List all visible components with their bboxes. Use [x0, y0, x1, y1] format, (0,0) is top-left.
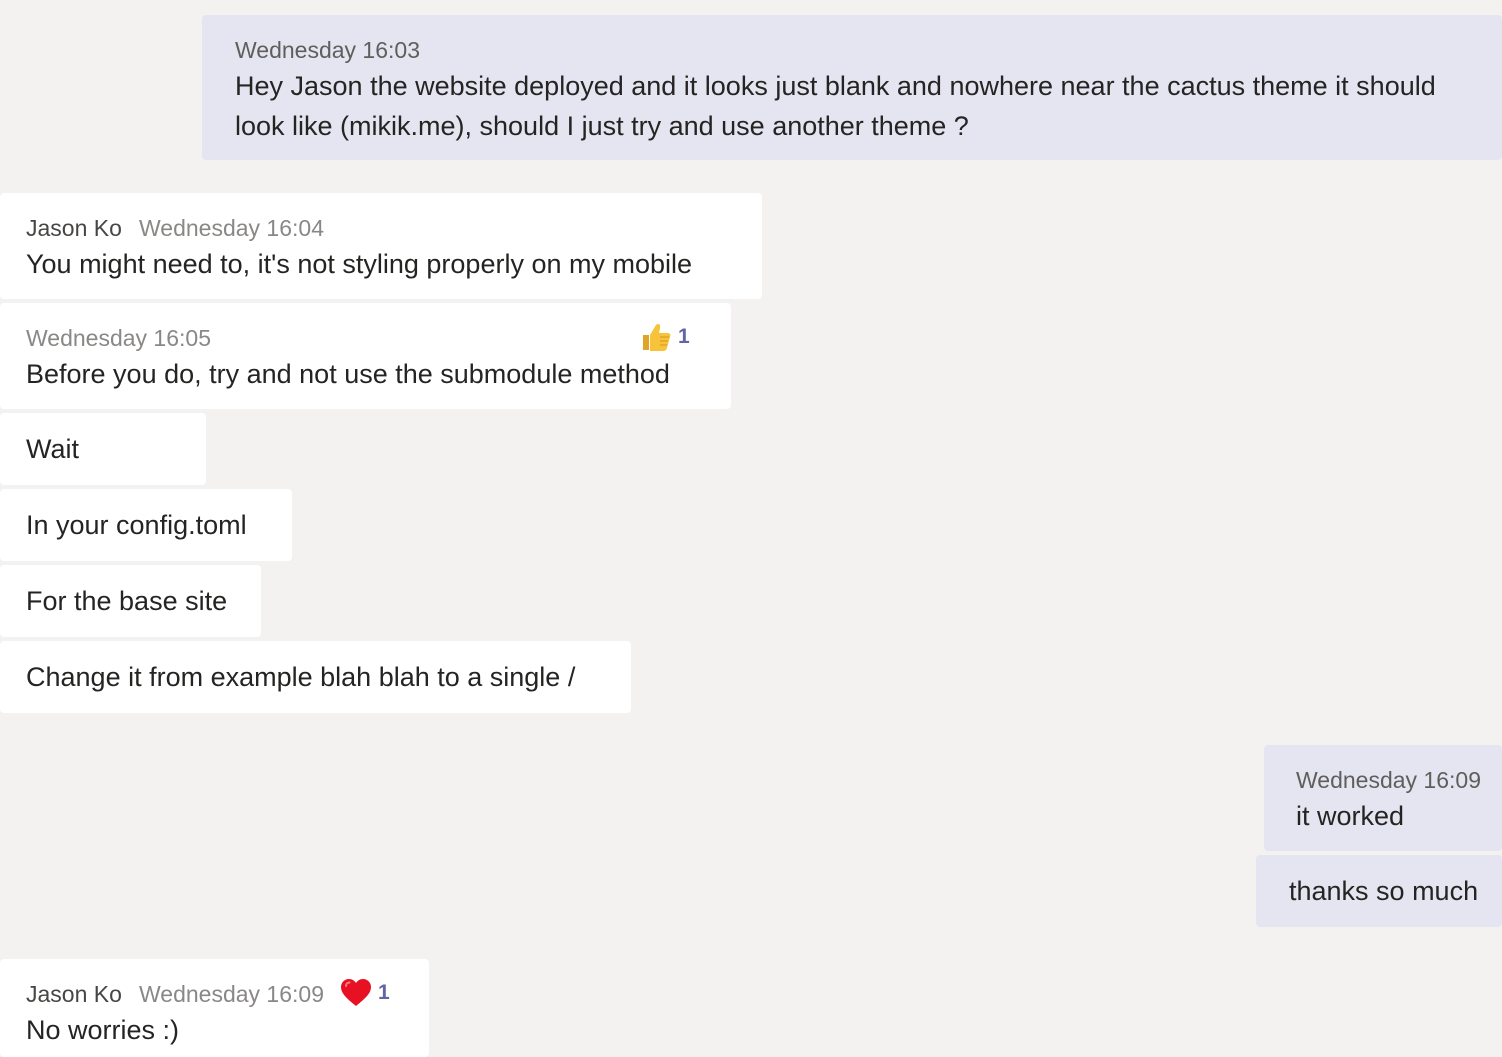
message-text-line: Hey Jason the website deployed and it lo… [235, 71, 1436, 101]
message-text: No worries :) [26, 1015, 180, 1045]
message-bubble-incoming[interactable]: Change it from example blah blah to a si… [0, 641, 631, 713]
reaction-thumbs-up[interactable]: 1 [640, 320, 690, 354]
message-text-line: look like (mikik.me), should I just try … [235, 111, 969, 141]
reaction-count: 1 [378, 981, 390, 1004]
message-bubble-incoming[interactable]: Wednesday 16:05 1 Before you do, try and… [0, 303, 731, 409]
thumbs-up-icon [640, 321, 672, 353]
message-text: You might need to, it's not styling prop… [26, 249, 693, 279]
message-bubble-incoming[interactable]: In your config.toml [0, 489, 292, 561]
message-timestamp: Wednesday 16:09 [1296, 767, 1481, 793]
reaction-heart[interactable]: 1 [340, 976, 390, 1010]
message-timestamp: Wednesday 16:05 [26, 325, 211, 351]
reaction-count: 1 [678, 325, 690, 348]
message-bubble-outgoing[interactable]: thanks so much [1256, 855, 1502, 927]
message-bubble-outgoing[interactable]: Wednesday 16:09 it worked [1264, 745, 1502, 851]
message-author: Jason Ko [26, 981, 122, 1007]
message-text: For the base site [26, 586, 228, 616]
message-bubble-incoming[interactable]: Wait [0, 413, 206, 485]
message-timestamp: Wednesday 16:03 [235, 37, 420, 63]
message-text: Change it from example blah blah to a si… [26, 662, 576, 692]
message-text: Wait [26, 434, 79, 464]
message-timestamp: Wednesday 16:04 [139, 215, 324, 241]
message-bubble-incoming[interactable]: Jason Ko Wednesday 16:09 1 No worries :) [0, 959, 429, 1057]
message-text: In your config.toml [26, 510, 247, 540]
message-bubble-incoming[interactable]: For the base site [0, 565, 261, 637]
message-text: thanks so much [1289, 876, 1479, 906]
message-text: it worked [1296, 801, 1405, 831]
message-bubble-incoming[interactable]: Jason Ko Wednesday 16:04 You might need … [0, 193, 762, 299]
heart-icon [340, 978, 372, 1008]
message-timestamp: Wednesday 16:09 [139, 981, 324, 1007]
message-bubble-outgoing[interactable]: Wednesday 16:03 Hey Jason the website de… [202, 15, 1502, 160]
message-text: Before you do, try and not use the submo… [26, 359, 670, 389]
message-author: Jason Ko [26, 215, 122, 241]
